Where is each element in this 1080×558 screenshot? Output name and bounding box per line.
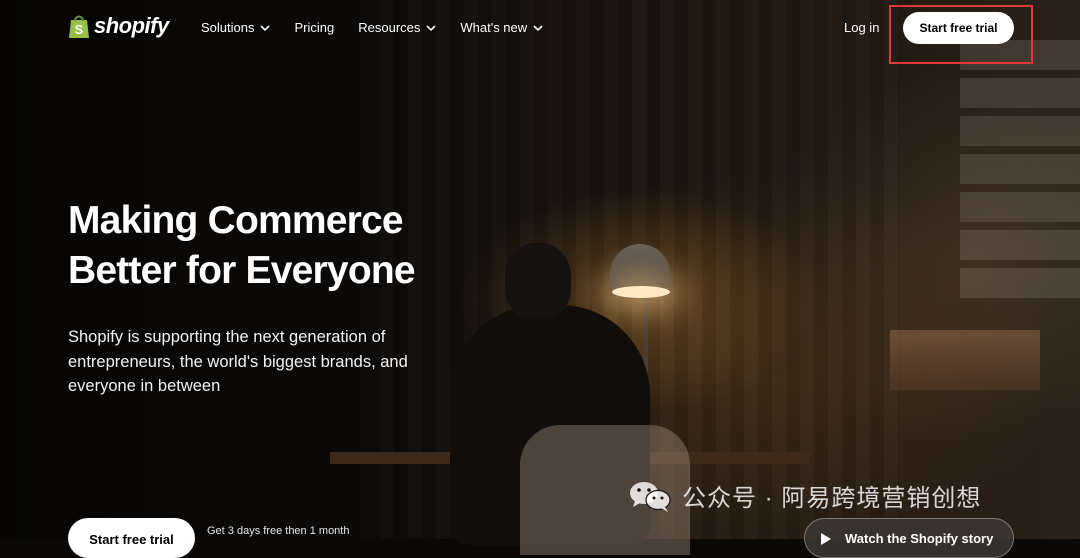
top-navigation: S shopify Solutions Pricing Resources Wh… — [0, 0, 1080, 64]
hero-start-free-trial-button[interactable]: Start free trial — [68, 518, 195, 558]
chevron-down-icon — [260, 24, 271, 31]
hero-title: Making Commerce Better for Everyone — [68, 196, 488, 296]
logo-wordmark: shopify — [94, 13, 169, 38]
nav-item-label: Resources — [358, 20, 421, 35]
nav-item-solutions[interactable]: Solutions — [201, 20, 271, 35]
watch-story-button[interactable]: Watch the Shopify story — [804, 518, 1014, 558]
nav-item-whats-new[interactable]: What's new — [460, 20, 543, 35]
chevron-down-icon — [533, 24, 543, 31]
shopify-logo[interactable]: S shopify — [68, 13, 169, 39]
play-icon — [821, 533, 831, 545]
hero-title-line: Better for Everyone — [68, 249, 416, 292]
hero-subtitle: Shopify is supporting the next generatio… — [68, 328, 408, 395]
nav-menu: Solutions Pricing Resources What's new — [201, 20, 567, 35]
person-head — [505, 243, 571, 319]
nav-item-label: What's new — [460, 20, 528, 35]
nav-item-label: Pricing — [294, 20, 335, 35]
chevron-down-icon — [426, 24, 436, 31]
watermark-text: 公众号 · 阿易跨境营销创想 — [682, 485, 982, 512]
wall-notes — [960, 40, 1080, 300]
wechat-watermark: 公众号 · 阿易跨境营销创想 — [628, 478, 981, 513]
wechat-icon — [630, 481, 671, 512]
hero-title-line: Making Commerce — [68, 199, 404, 242]
nav-item-label: Solutions — [201, 20, 255, 35]
shopify-bag-icon: S — [69, 15, 89, 38]
lamp-glow — [612, 286, 670, 298]
highlight-annotation-box — [889, 5, 1033, 64]
svg-text:S: S — [75, 22, 84, 37]
trial-offer-note: Get 3 days free then 1 month — [207, 525, 350, 537]
nav-item-pricing[interactable]: Pricing — [294, 20, 334, 35]
login-link[interactable]: Log in — [844, 20, 879, 35]
nav-item-resources[interactable]: Resources — [358, 20, 436, 35]
shelf — [890, 330, 1040, 390]
